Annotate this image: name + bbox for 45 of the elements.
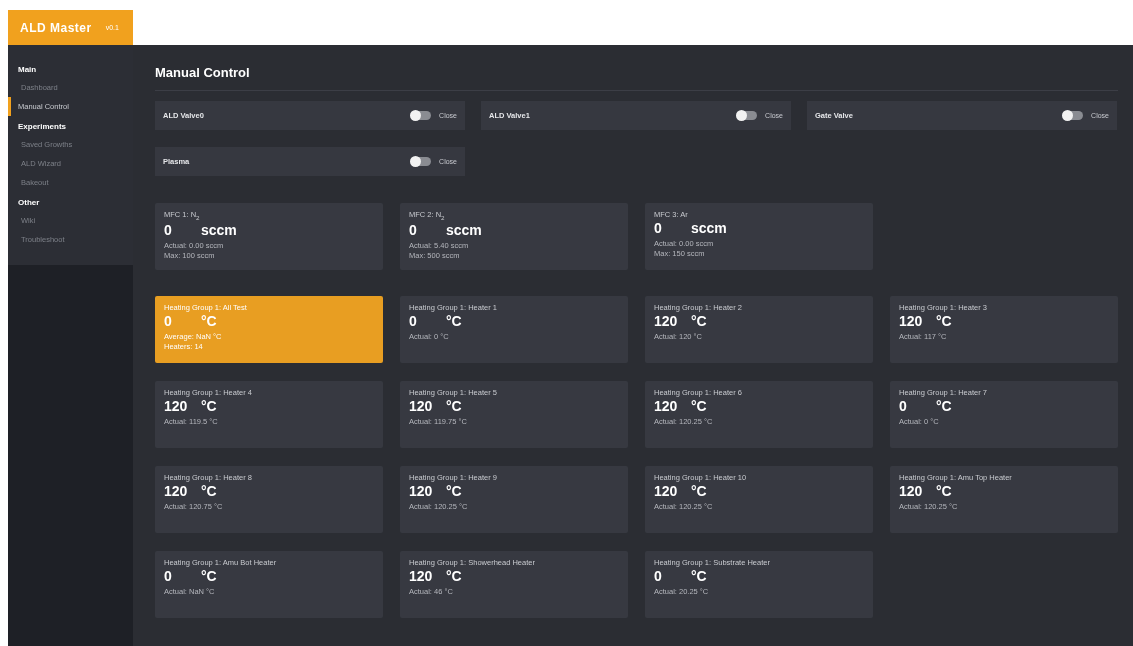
setpoint-value: 0 bbox=[409, 313, 418, 329]
unit-label: °C bbox=[936, 313, 952, 329]
setpoint-value: 120 bbox=[409, 398, 434, 414]
setpoint-value: 120 bbox=[899, 483, 924, 499]
unit-label: °C bbox=[691, 483, 707, 499]
app-name: ALD Master bbox=[20, 20, 92, 35]
unit-label: sccm bbox=[446, 221, 482, 238]
unit-label: °C bbox=[446, 568, 462, 584]
unit-label: °C bbox=[201, 568, 217, 584]
toggle-switch[interactable] bbox=[411, 111, 432, 120]
unit-label: °C bbox=[201, 313, 217, 329]
unit-label: °C bbox=[446, 483, 462, 499]
setpoint-value: 120 bbox=[409, 568, 434, 584]
setpoint-value: 0 bbox=[409, 221, 418, 238]
unit-label: °C bbox=[446, 313, 462, 329]
unit-label: °C bbox=[201, 398, 217, 414]
unit-label: °C bbox=[691, 568, 707, 584]
unit-label: sccm bbox=[691, 220, 727, 236]
setpoint-value: 0 bbox=[164, 313, 173, 329]
setpoint-value: 120 bbox=[654, 313, 679, 329]
unit-label: °C bbox=[446, 398, 462, 414]
setpoint-value: 120 bbox=[654, 398, 679, 414]
toggle-switch[interactable] bbox=[737, 111, 758, 120]
setpoint-value: 0 bbox=[164, 568, 173, 584]
setpoint-value: 120 bbox=[164, 398, 189, 414]
setpoint-value: 120 bbox=[654, 483, 679, 499]
page-title: Manual Control bbox=[155, 65, 1118, 91]
setpoint-value: 120 bbox=[164, 483, 189, 499]
unit-label: °C bbox=[936, 398, 952, 414]
setpoint-value: 120 bbox=[409, 483, 434, 499]
sidebar-heading: Other bbox=[17, 197, 41, 209]
unit-label: °C bbox=[936, 483, 952, 499]
setpoint-value: 0 bbox=[164, 221, 173, 238]
unit-label: °C bbox=[691, 313, 707, 329]
sidebar-heading: Experiments bbox=[17, 121, 68, 133]
setpoint-value: 120 bbox=[899, 313, 924, 329]
unit-label: °C bbox=[201, 483, 217, 499]
sidebar-heading: Main bbox=[17, 64, 38, 76]
unit-label: sccm bbox=[201, 221, 237, 238]
toggle-switch[interactable] bbox=[411, 157, 432, 166]
setpoint-value: 0 bbox=[899, 398, 908, 414]
setpoint-value: 0 bbox=[654, 568, 663, 584]
setpoint-value: 0 bbox=[654, 220, 663, 236]
unit-label: °C bbox=[691, 398, 707, 414]
toggle-switch[interactable] bbox=[1063, 111, 1084, 120]
